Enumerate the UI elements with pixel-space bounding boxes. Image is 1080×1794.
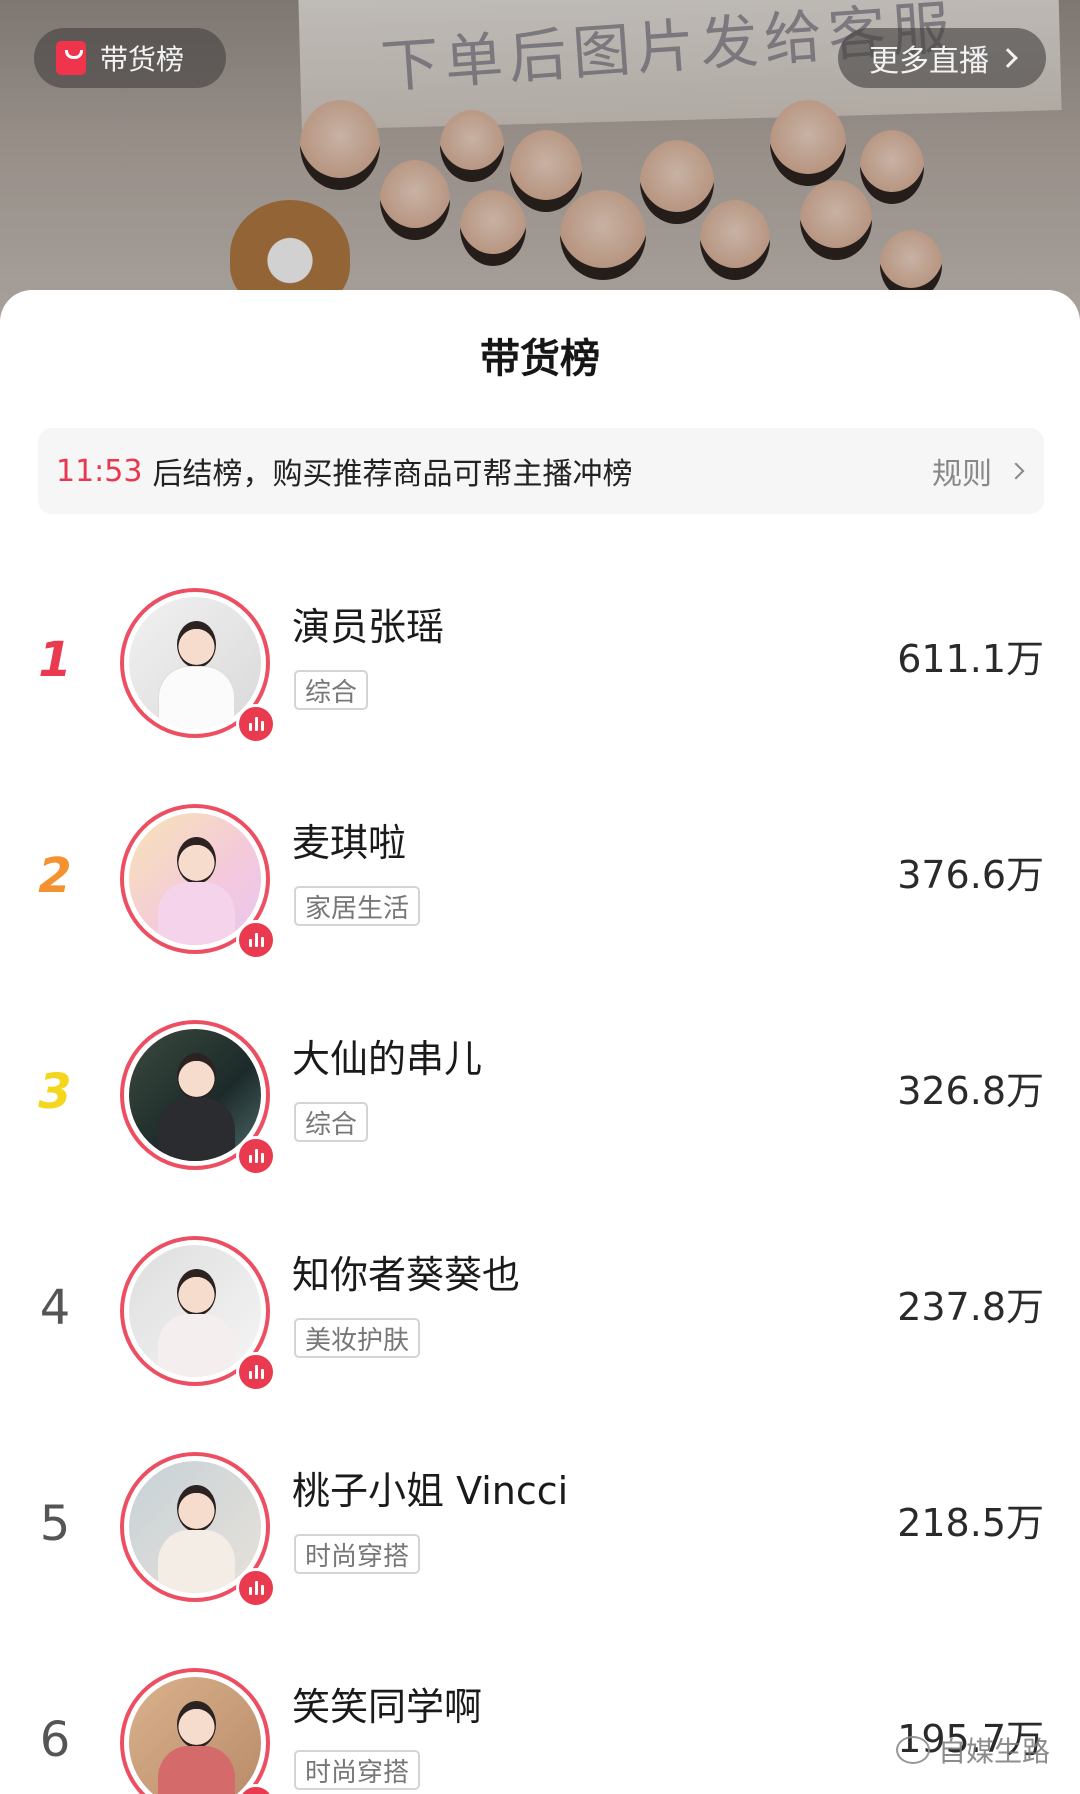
chevron-right-icon — [998, 48, 1018, 68]
live-stream-background: 下单后图片发给客服 带货榜 更多直播 — [0, 0, 1080, 320]
avatar-head — [176, 1484, 217, 1533]
streamer-name: 笑笑同学啊 — [292, 1685, 483, 1729]
sheet-title: 带货榜 — [480, 336, 600, 382]
sales-rank-chip-label: 带货榜 — [100, 43, 185, 76]
streamer-avatar[interactable] — [120, 1668, 276, 1794]
live-indicator-icon — [236, 920, 276, 960]
rules-label: 规则 — [932, 457, 992, 492]
category-tag: 家居生活 — [294, 886, 421, 926]
more-live-button[interactable]: 更多直播 — [838, 28, 1046, 88]
category-tag: 时尚穿搭 — [294, 1750, 421, 1790]
avatar-image — [129, 1677, 261, 1794]
countdown-message: 后结榜，购买推荐商品可帮主播冲榜 — [152, 457, 633, 492]
avatar-body — [158, 1529, 235, 1593]
streamer-avatar[interactable] — [120, 1236, 276, 1392]
avatar-body — [158, 665, 235, 729]
ranking-row[interactable]: 4 知你者葵葵也 美妆护肤 237.8万 — [0, 1218, 1080, 1434]
avatar-head — [176, 1268, 217, 1317]
ranking-row[interactable]: 3 大仙的串儿 综合 326.8万 — [0, 1002, 1080, 1218]
streamer-avatar[interactable] — [120, 588, 276, 744]
category-tag: 时尚穿搭 — [294, 1534, 421, 1574]
live-indicator-icon — [236, 1136, 276, 1176]
rank-number: 1 — [38, 632, 72, 688]
ranking-row[interactable]: 2 麦琪啦 家居生活 376.6万 — [0, 786, 1080, 1002]
streamer-name: 桃子小姐 Vincci — [292, 1469, 569, 1513]
ranking-list: 1 演员张瑶 综合 611.1万 2 麦琪啦 家居生活 376.6万 3 大仙的… — [0, 570, 1080, 1794]
live-indicator-icon — [236, 1352, 276, 1392]
category-tag: 综合 — [294, 670, 369, 710]
countdown-notice: 11:53 后结榜，购买推荐商品可帮主播冲榜 规则 — [38, 428, 1044, 514]
category-tag: 美妆护肤 — [294, 1318, 421, 1358]
rank-number: 5 — [39, 1496, 71, 1552]
watermark-text: 自媒生路 — [937, 1735, 1050, 1768]
avatar-head — [176, 836, 217, 885]
avatar-body — [158, 881, 235, 945]
live-indicator-icon — [236, 704, 276, 744]
avatar-body — [158, 1745, 235, 1794]
rank-number: 3 — [38, 1064, 72, 1120]
sales-rank-sheet: 带货榜 11:53 后结榜，购买推荐商品可帮主播冲榜 规则 1 演员张瑶 综合 … — [0, 290, 1080, 1794]
streamer-name: 知你者葵葵也 — [292, 1253, 521, 1297]
sales-amount: 237.8万 — [897, 1285, 1044, 1329]
streamer-avatar[interactable] — [120, 1452, 276, 1608]
sales-amount: 376.6万 — [897, 853, 1044, 897]
shopping-bag-icon — [56, 41, 86, 75]
rules-link[interactable]: 规则 — [932, 449, 1025, 493]
ranking-row[interactable]: 5 桃子小姐 Vincci 时尚穿搭 218.5万 — [0, 1434, 1080, 1650]
streamer-name: 演员张瑶 — [292, 605, 445, 649]
rank-number: 2 — [38, 848, 72, 904]
wechat-watermark: 自媒生路 — [895, 1730, 1050, 1770]
sales-rank-chip[interactable]: 带货榜 — [34, 28, 226, 88]
chevron-right-icon — [1007, 462, 1025, 480]
sales-amount: 326.8万 — [897, 1069, 1044, 1113]
live-indicator-icon — [236, 1568, 276, 1608]
avatar-body — [158, 1097, 235, 1161]
streamer-name: 大仙的串儿 — [292, 1037, 483, 1081]
avatar-body — [158, 1313, 235, 1377]
wechat-icon — [895, 1736, 930, 1764]
sales-amount: 611.1万 — [897, 637, 1044, 681]
countdown-time: 11:53 — [56, 453, 143, 489]
streamer-name: 麦琪啦 — [292, 821, 407, 865]
rank-number: 6 — [39, 1712, 71, 1768]
rank-number: 4 — [39, 1280, 71, 1336]
ranking-row[interactable]: 1 演员张瑶 综合 611.1万 — [0, 570, 1080, 786]
avatar-head — [176, 1700, 217, 1749]
category-tag: 综合 — [294, 1102, 369, 1142]
sales-amount: 218.5万 — [897, 1501, 1044, 1545]
streamer-avatar[interactable] — [120, 804, 276, 960]
avatar-head — [176, 620, 217, 669]
avatar-head — [176, 1052, 217, 1101]
streamer-avatar[interactable] — [120, 1020, 276, 1176]
ranking-row[interactable]: 6 笑笑同学啊 时尚穿搭 195.7万 — [0, 1650, 1080, 1794]
more-live-label: 更多直播 — [869, 44, 989, 79]
